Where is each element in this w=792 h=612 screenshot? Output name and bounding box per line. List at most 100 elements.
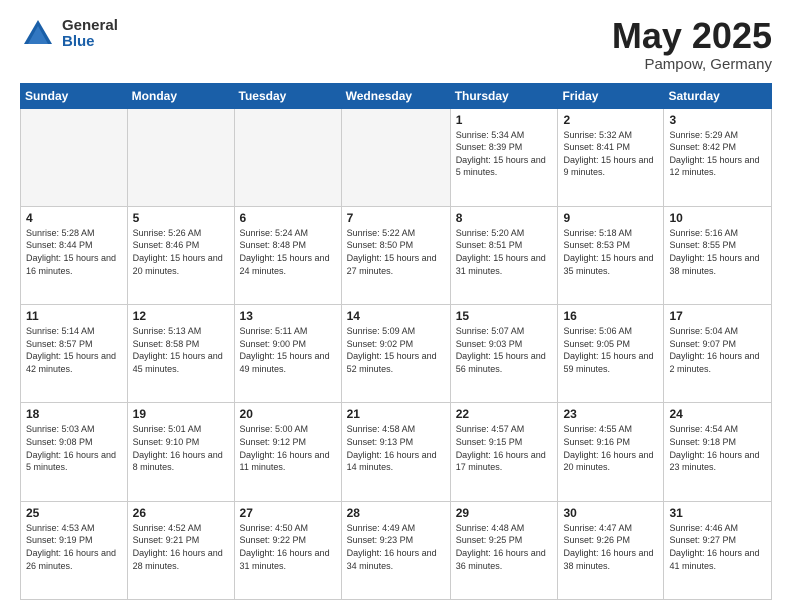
day-info: Sunrise: 4:54 AMSunset: 9:18 PMDaylight:… [669,423,766,473]
header-sunday: Sunday [21,83,128,108]
calendar-day-cell: 8 Sunrise: 5:20 AMSunset: 8:51 PMDaylight… [450,206,558,304]
day-number: 30 [563,506,658,520]
day-info: Sunrise: 5:22 AMSunset: 8:50 PMDaylight:… [347,227,445,277]
day-number: 5 [133,211,229,225]
calendar-day-cell: 12 Sunrise: 5:13 AMSunset: 8:58 PMDayligh… [127,305,234,403]
day-info: Sunrise: 5:06 AMSunset: 9:05 PMDaylight:… [563,325,658,375]
calendar-title: May 2025 [612,16,772,56]
day-number: 24 [669,407,766,421]
calendar-day-cell: 5 Sunrise: 5:26 AMSunset: 8:46 PMDaylight… [127,206,234,304]
day-number: 9 [563,211,658,225]
calendar-day-cell: 17Sunrise: 5:04 AMSunset: 9:07 PMDayligh… [664,305,772,403]
calendar-day-cell: 23Sunrise: 4:55 AMSunset: 9:16 PMDayligh… [558,403,664,501]
day-info: Sunrise: 5:29 AMSunset: 8:42 PMDaylight:… [669,129,766,179]
day-info: Sunrise: 4:47 AMSunset: 9:26 PMDaylight:… [563,522,658,572]
day-number: 13 [240,309,336,323]
day-info: Sunrise: 4:57 AMSunset: 9:15 PMDaylight:… [456,423,553,473]
calendar-page: General Blue May 2025 Pampow, Germany Su… [0,0,792,612]
calendar-day-cell: 2Sunrise: 5:32 AMSunset: 8:41 PMDaylight… [558,108,664,206]
day-info: Sunrise: 5:20 AMSunset: 8:51 PMDaylight:… [456,227,553,277]
day-number: 14 [347,309,445,323]
day-number: 22 [456,407,553,421]
day-info: Sunrise: 5:16 AMSunset: 8:55 PMDaylight:… [669,227,766,277]
logo: General Blue [20,16,118,52]
day-number: 11 [26,309,122,323]
day-number: 1 [456,113,553,127]
day-number: 19 [133,407,229,421]
day-info: Sunrise: 4:46 AMSunset: 9:27 PMDaylight:… [669,522,766,572]
day-info: Sunrise: 5:26 AMSunset: 8:46 PMDaylight:… [133,227,229,277]
day-info: Sunrise: 4:52 AMSunset: 9:21 PMDaylight:… [133,522,229,572]
day-number: 18 [26,407,122,421]
day-info: Sunrise: 5:18 AMSunset: 8:53 PMDaylight:… [563,227,658,277]
calendar-day-cell: 19Sunrise: 5:01 AMSunset: 9:10 PMDayligh… [127,403,234,501]
logo-text: General Blue [62,18,118,51]
day-info: Sunrise: 5:14 AMSunset: 8:57 PMDaylight:… [26,325,122,375]
day-info: Sunrise: 4:50 AMSunset: 9:22 PMDaylight:… [240,522,336,572]
day-number: 17 [669,309,766,323]
calendar-day-cell: 15 Sunrise: 5:07 AMSunset: 9:03 PMDayligh… [450,305,558,403]
calendar-week-row: 1 Sunrise: 5:34 AMSunset: 8:39 PMDaylight… [21,108,772,206]
day-info: Sunrise: 4:48 AMSunset: 9:25 PMDaylight:… [456,522,553,572]
day-info: Sunrise: 5:11 AMSunset: 9:00 PMDaylight:… [240,325,336,375]
header-thursday: Thursday [450,83,558,108]
day-number: 27 [240,506,336,520]
logo-general-label: General [62,18,118,35]
day-number: 20 [240,407,336,421]
day-number: 4 [26,211,122,225]
day-number: 31 [669,506,766,520]
calendar-day-cell: 16 Sunrise: 5:06 AMSunset: 9:05 PMDayligh… [558,305,664,403]
day-number: 25 [26,506,122,520]
logo-blue-label: Blue [62,34,118,51]
day-info: Sunrise: 5:34 AMSunset: 8:39 PMDaylight:… [456,129,553,179]
day-info: Sunrise: 4:55 AMSunset: 9:16 PMDaylight:… [563,423,658,473]
day-info: Sunrise: 5:13 AMSunset: 8:58 PMDaylight:… [133,325,229,375]
calendar-week-row: 18Sunrise: 5:03 AMSunset: 9:08 PMDayligh… [21,403,772,501]
day-number: 3 [669,113,766,127]
calendar-day-cell: 29 Sunrise: 4:48 AMSunset: 9:25 PMDayligh… [450,501,558,599]
day-number: 12 [133,309,229,323]
calendar-day-cell: 7 Sunrise: 5:22 AMSunset: 8:50 PMDaylight… [341,206,450,304]
calendar-day-cell: 4 Sunrise: 5:28 AMSunset: 8:44 PMDaylight… [21,206,128,304]
day-number: 7 [347,211,445,225]
day-info: Sunrise: 5:32 AMSunset: 8:41 PMDaylight:… [563,129,658,179]
day-info: Sunrise: 4:58 AMSunset: 9:13 PMDaylight:… [347,423,445,473]
calendar-week-row: 4 Sunrise: 5:28 AMSunset: 8:44 PMDaylight… [21,206,772,304]
day-info: Sunrise: 4:49 AMSunset: 9:23 PMDaylight:… [347,522,445,572]
title-block: May 2025 Pampow, Germany [612,16,772,73]
day-info: Sunrise: 5:00 AMSunset: 9:12 PMDaylight:… [240,423,336,473]
day-number: 21 [347,407,445,421]
calendar-day-cell: 11 Sunrise: 5:14 AMSunset: 8:57 PMDayligh… [21,305,128,403]
day-number: 16 [563,309,658,323]
calendar-week-row: 11 Sunrise: 5:14 AMSunset: 8:57 PMDayligh… [21,305,772,403]
calendar-day-cell: 13 Sunrise: 5:11 AMSunset: 9:00 PMDayligh… [234,305,341,403]
calendar-day-cell: 22 Sunrise: 4:57 AMSunset: 9:15 PMDayligh… [450,403,558,501]
calendar-day-cell: 25 Sunrise: 4:53 AMSunset: 9:19 PMDayligh… [21,501,128,599]
calendar-day-cell [341,108,450,206]
logo-icon [20,16,56,52]
header-tuesday: Tuesday [234,83,341,108]
calendar-location: Pampow, Germany [612,56,772,73]
calendar-day-cell: 27 Sunrise: 4:50 AMSunset: 9:22 PMDayligh… [234,501,341,599]
calendar-day-cell: 26 Sunrise: 4:52 AMSunset: 9:21 PMDayligh… [127,501,234,599]
day-info: Sunrise: 5:28 AMSunset: 8:44 PMDaylight:… [26,227,122,277]
calendar-day-cell [127,108,234,206]
calendar-day-cell: 9 Sunrise: 5:18 AMSunset: 8:53 PMDaylight… [558,206,664,304]
calendar-day-cell [234,108,341,206]
calendar-week-row: 25 Sunrise: 4:53 AMSunset: 9:19 PMDayligh… [21,501,772,599]
day-number: 15 [456,309,553,323]
calendar-day-cell: 20 Sunrise: 5:00 AMSunset: 9:12 PMDayligh… [234,403,341,501]
calendar-day-cell: 24 Sunrise: 4:54 AMSunset: 9:18 PMDayligh… [664,403,772,501]
calendar-day-cell: 28Sunrise: 4:49 AMSunset: 9:23 PMDayligh… [341,501,450,599]
day-info: Sunrise: 5:07 AMSunset: 9:03 PMDaylight:… [456,325,553,375]
day-number: 8 [456,211,553,225]
day-info: Sunrise: 5:24 AMSunset: 8:48 PMDaylight:… [240,227,336,277]
weekday-header-row: Sunday Monday Tuesday Wednesday Thursday… [21,83,772,108]
header-saturday: Saturday [664,83,772,108]
header-monday: Monday [127,83,234,108]
day-number: 29 [456,506,553,520]
calendar-day-cell: 30 Sunrise: 4:47 AMSunset: 9:26 PMDayligh… [558,501,664,599]
day-info: Sunrise: 4:53 AMSunset: 9:19 PMDaylight:… [26,522,122,572]
calendar-day-cell: 31 Sunrise: 4:46 AMSunset: 9:27 PMDayligh… [664,501,772,599]
day-number: 26 [133,506,229,520]
